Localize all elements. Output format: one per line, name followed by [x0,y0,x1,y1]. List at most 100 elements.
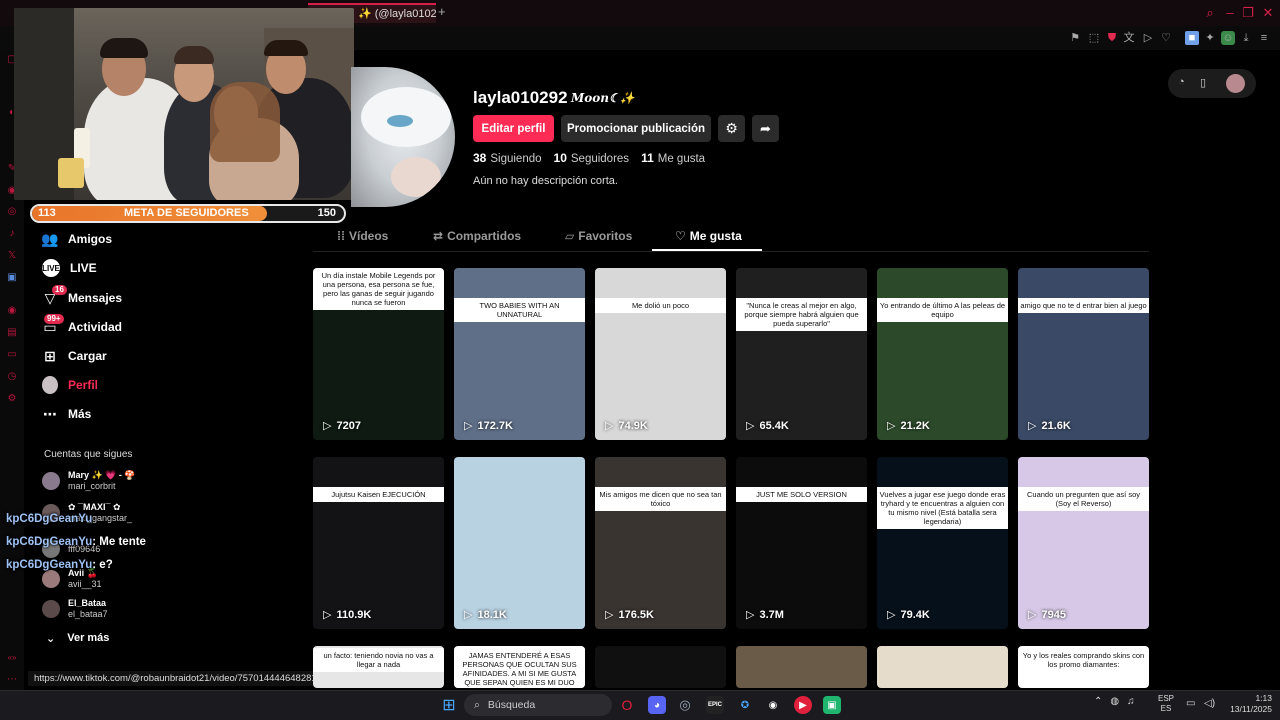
promote-post-button[interactable]: Promocionar publicación [561,115,711,142]
steam-icon[interactable]: ◎ [676,696,694,714]
taskbar-search[interactable]: ⌕ Búsqueda [464,694,612,716]
following-title: Cuentas que sigues [44,449,133,460]
discord-icon[interactable]: ◕ [648,696,666,714]
shield-icon[interactable]: ⛊ [1105,31,1119,45]
device-icon[interactable]: ▯ [1200,76,1206,89]
screenshot-icon[interactable]: ⬚ [1087,31,1101,45]
language-indicator[interactable]: ESP ES [1158,694,1174,714]
account-avatar[interactable] [1226,74,1245,93]
download-icon[interactable]: ⤓ [1239,31,1253,45]
menu-icon[interactable]: ≡ [1257,31,1271,45]
opera-icon[interactable]: O [618,696,636,714]
video-card[interactable] [736,646,867,688]
tab-favorites[interactable]: ▱ Favoritos [565,229,632,243]
music-icon[interactable]: ◉ [6,305,18,317]
video-card[interactable]: Yo y los reales comprando skins con los … [1018,646,1149,688]
video-view-count: ▷ 172.7K [464,419,513,433]
puzzle-icon[interactable]: ✦ [1203,31,1217,45]
following-stat[interactable]: 38 Siguiendo [473,151,542,165]
video-card[interactable]: JUST ME SOLO VERSION ▷ 3.7M [736,457,867,629]
settings-icon[interactable]: ⚙ [6,393,18,405]
chevron-up-icon[interactable]: ⌃ [1094,696,1102,707]
heart-icon[interactable]: ♡ [1159,31,1173,45]
tab-liked[interactable]: ♡ Me gusta [675,229,742,243]
app-icon[interactable]: ▣ [823,696,841,714]
sidebar-item-friends[interactable]: 👥 Amigos [41,228,112,250]
video-view-count: ▷ 110.9K [323,608,372,622]
sidebar-item-upload[interactable]: ⊞ Cargar [42,345,107,367]
chevron-down-icon: ⌄ [46,633,56,645]
wallet-icon[interactable]: ▭ [6,349,18,361]
play-icon: ▷ [746,420,755,432]
sidebar-item-activity[interactable]: ▭ 99+ Actividad [42,314,122,338]
tiktok-icon[interactable]: ♪ [6,228,18,240]
volume-icon[interactable]: ◁) [1204,698,1215,709]
likes-stat: 11 Me gusta [641,151,706,165]
chat-message: kpC6DgGeanYu [6,513,92,525]
video-card[interactable]: Jujutsu Kaisen EJECUCIÓN ▷ 110.9K [313,457,444,629]
obs-icon[interactable]: ◉ [764,696,782,714]
video-card[interactable]: Cuando un pregunten que así soy (Soy el … [1018,457,1149,629]
followed-account[interactable]: El_Bataa el_bataa7 [42,596,108,622]
sidebar-item-live[interactable]: LIVE LIVE [42,257,97,279]
avatar-icon[interactable]: ☺ [1221,31,1235,45]
bookmark-icon[interactable]: ⚑ [1068,31,1082,45]
tab-videos[interactable]: ⁞⁞ Vídeos [337,229,388,243]
minimize-icon[interactable]: – [1222,5,1238,20]
video-card[interactable]: Un día instale Mobile Legends por una pe… [313,268,444,440]
instagram-icon[interactable]: ◎ [6,206,18,218]
video-caption: Vuelves a jugar ese juego donde eras try… [877,487,1008,529]
sidebar-item-messages[interactable]: ▽ 16 Mensajes [42,285,123,309]
sidebar-item-profile[interactable]: Perfil [42,374,98,396]
video-card[interactable]: amigo que no te d entrar bien al juego ▷ 2… [1018,268,1149,440]
see-more-link[interactable]: ⌄ Ver más [46,632,109,645]
microphone-icon[interactable]: ♫ [1127,696,1135,707]
video-caption: "Nunca le creas al mejor en algo, porque… [736,298,867,331]
video-card[interactable]: ▷ 18.1K [454,457,585,629]
media-player-icon[interactable]: ▶ [794,696,812,714]
settings-button[interactable]: ⚙ [718,115,745,142]
sidebar-item-more[interactable]: ⋯ Más [42,403,91,425]
video-card[interactable]: TWO BABIES WITH AN UNNATURAL ▷ 172.7K [454,268,585,440]
new-tab-icon[interactable]: + [438,4,450,20]
history-icon[interactable]: ◔ [1178,76,1185,88]
video-caption: JUST ME SOLO VERSION [736,487,867,502]
video-card[interactable]: Vuelves a jugar ese juego donde eras try… [877,457,1008,629]
epic-games-icon[interactable]: EPIC [706,696,724,714]
video-card[interactable]: Yo entrando de último A las peleas de eq… [877,268,1008,440]
display-icon[interactable]: ▭ [1186,698,1195,709]
more-options-icon[interactable]: ⋯ [6,674,18,686]
extension-icon[interactable]: ■ [1185,31,1199,45]
battle-net-icon[interactable]: ✪ [736,696,754,714]
twitch-icon[interactable]: ▣ [6,272,18,284]
profile-stats: 38 Siguiendo 10 Seguidores 11 Me gusta [473,151,705,165]
followers-stat[interactable]: 10 Seguidores [554,151,630,165]
tab-shared[interactable]: ⇄ Compartidos [433,229,521,243]
video-card[interactable] [877,646,1008,688]
sidebar-item-label: Mensajes [68,291,123,305]
network-icon[interactable]: ◍ [1110,696,1119,707]
browser-tab-title: ✨ (@layla010292) [358,8,436,20]
edit-profile-button[interactable]: Editar perfil [473,115,554,142]
video-card[interactable] [595,646,726,688]
video-card[interactable]: "Nunca le creas al mejor en algo, porque… [736,268,867,440]
search-icon[interactable]: ⌕ [1202,5,1218,21]
video-card[interactable]: un facto: teniendo novia no vas a llegar… [313,646,444,688]
profile-avatar[interactable] [351,67,455,207]
video-card[interactable]: Mis amigos me dicen que no sea tan tóxic… [595,457,726,629]
video-card[interactable]: Me dolió un poco ▷ 74.9K [595,268,726,440]
translate-icon[interactable]: 文 [1122,31,1136,45]
windows-start-icon[interactable]: ⊞ [440,696,458,714]
history-icon[interactable]: ◷ [6,371,18,383]
chat-user: kpC6DgGeanYu [6,513,93,525]
taskbar-clock[interactable]: 1:13 13/11/2025 [1222,693,1272,715]
collapse-icon[interactable]: «» [6,652,18,664]
maximize-icon[interactable]: ❐ [1240,5,1256,21]
bookmarks-icon[interactable]: ▤ [6,327,18,339]
close-icon[interactable]: ✕ [1260,5,1276,21]
video-card[interactable]: JAMAS ENTENDERÉ A ESAS PERSONAS QUE OCUL… [454,646,585,688]
x-icon[interactable]: 𝕏 [6,250,18,262]
followed-account[interactable]: Mary ✨ 💗 - 🍄 mari_corbrit [42,468,136,494]
share-button[interactable]: ➦ [752,115,779,142]
play-icon[interactable]: ▷ [1141,31,1155,45]
